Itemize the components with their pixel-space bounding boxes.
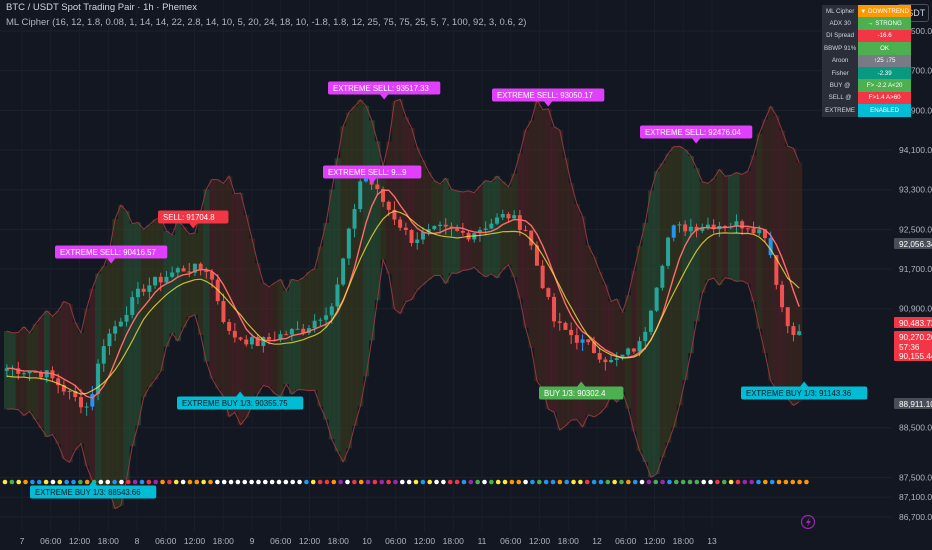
time-tick: 12 xyxy=(592,536,602,546)
panel-row: BBWP 91% OK xyxy=(822,42,911,55)
panel-key: Aroon xyxy=(822,54,859,67)
svg-text:92,056.34: 92,056.34 xyxy=(899,240,932,249)
price-tick: 91,700.00 xyxy=(899,264,932,274)
signal-text: SELL: 91704.8 xyxy=(163,213,215,222)
time-tick: 12:00 xyxy=(529,536,551,546)
panel-key: ADX 30 xyxy=(822,17,859,30)
time-tick: 10 xyxy=(362,536,372,546)
panel-row: Fisher -2.39 xyxy=(822,66,911,80)
time-tick: 18:00 xyxy=(443,536,465,546)
panel-key: EXTREME xyxy=(822,104,859,117)
time-tick: 11 xyxy=(478,536,487,546)
time-tick: 06:00 xyxy=(270,536,292,546)
price-tick: 90,900.00 xyxy=(899,304,932,314)
time-tick: 12:00 xyxy=(299,536,321,546)
signal-text: EXTREME BUY 1/3: 91143.36 xyxy=(746,389,851,398)
signal-text: EXTREME SELL: 93517.33 xyxy=(333,84,429,93)
svg-text:90,270.26: 90,270.26 xyxy=(899,333,932,342)
price-tick: 86,700.00 xyxy=(899,512,932,522)
bollinger-band-layer xyxy=(0,0,892,531)
price-tick: 87,500.00 xyxy=(899,472,932,482)
panel-key: SELL @ xyxy=(822,91,859,105)
panel-value: ▼ DOWNTREND xyxy=(858,5,911,18)
panel-key: BBWP 91% xyxy=(822,42,859,55)
chart-title: BTC / USDT Spot Trading Pair · 1h · Phem… xyxy=(6,2,197,13)
time-tick: 7 xyxy=(20,536,25,546)
signal-label-extreme-sell: EXTREME SELL: 93517.33 xyxy=(328,81,441,100)
time-tick: 12:00 xyxy=(69,536,91,546)
panel-value: ENABLED xyxy=(858,104,911,117)
panel-value: F> -2.2 A<20 xyxy=(858,79,911,92)
time-tick: 12:00 xyxy=(184,536,206,546)
price-chart[interactable]: EXTREME SELL: 90416.57 SELL: 91704.8 EXTRE… xyxy=(0,0,932,550)
time-tick: 06:00 xyxy=(40,536,62,546)
panel-value: -2.39 xyxy=(858,66,911,80)
panel-key: Fisher xyxy=(822,66,859,80)
panel-key: ML Cipher xyxy=(822,5,859,18)
panel-row: BUY @ F> -2.2 A<20 xyxy=(822,79,911,92)
indicator-legend[interactable]: ML Cipher (16, 12, 1.8, 0.08, 1, 14, 14,… xyxy=(6,17,526,28)
svg-text:90,483.72: 90,483.72 xyxy=(899,319,932,328)
time-tick: 12:00 xyxy=(414,536,436,546)
signal-label-extreme-buy: EXTREME BUY 1/3: 90355.75 xyxy=(177,391,304,410)
signal-text: EXTREME SELL: 90416.57 xyxy=(60,248,156,257)
panel-row: ML Cipher ▼ DOWNTREND xyxy=(822,5,911,18)
signal-text: EXTREME BUY 1/3: 88543.66 xyxy=(35,488,141,497)
time-tick: 13 xyxy=(707,536,717,546)
time-tick: 8 xyxy=(135,536,140,546)
panel-value: F>1.4 A>60 xyxy=(858,91,911,105)
svg-text:90,155.44: 90,155.44 xyxy=(899,352,932,361)
price-label: 90,483.72 xyxy=(894,317,932,328)
time-tick: 18:00 xyxy=(328,536,350,546)
time-tick: 18:00 xyxy=(213,536,235,546)
time-tick: 06:00 xyxy=(615,536,637,546)
panel-value: → STRONG xyxy=(858,17,911,30)
time-axis[interactable]: 7 06:00 12:00 18:00 8 06:00 12:00 18:00 9 06:00 12… xyxy=(0,531,932,550)
time-tick: 06:00 xyxy=(155,536,177,546)
time-tick: 12:00 xyxy=(644,536,666,546)
signal-text: BUY 1/3: 90302.4 xyxy=(544,389,606,398)
panel-key: DI Spread xyxy=(822,29,859,43)
svg-text:88,911.10: 88,911.10 xyxy=(899,400,932,409)
panel-value: ↑25 ↓75 xyxy=(858,54,911,67)
signal-text: EXTREME SELL: 92476.04 xyxy=(645,128,741,137)
time-tick: 9 xyxy=(250,536,255,546)
price-tick: 92,500.00 xyxy=(899,224,932,234)
price-tick: 87,100.00 xyxy=(899,492,932,502)
panel-row: SELL @ F>1.4 A>60 xyxy=(822,91,911,105)
signal-label-extreme-sell: EXTREME SELL: 92476.04 xyxy=(640,125,753,144)
signal-text: EXTREME BUY 1/3: 90355.75 xyxy=(182,399,288,408)
indicator-status-panel: ML Cipher ▼ DOWNTREND ADX 30 → STRONG DI Spr… xyxy=(822,5,911,117)
time-tick: 18:00 xyxy=(673,536,695,546)
panel-value: -16.6 xyxy=(858,29,911,43)
time-tick: 06:00 xyxy=(385,536,407,546)
price-tick: 93,300.00 xyxy=(899,185,932,195)
price-label: 88,911.10 xyxy=(894,398,932,409)
time-tick: 18:00 xyxy=(98,536,120,546)
panel-value: OK xyxy=(858,42,911,55)
signal-label-extreme-buy: EXTREME BUY 1/3: 91143.36 xyxy=(741,381,868,400)
time-tick: 18:00 xyxy=(558,536,580,546)
signal-text: EXTREME SELL: 93050.17 xyxy=(497,91,593,100)
panel-row: DI Spread -16.6 xyxy=(822,29,911,43)
price-label: 92,056.34 xyxy=(894,238,932,249)
signal-label-extreme-sell: EXTREME SELL: 93050.17 xyxy=(492,88,605,107)
price-tick: 94,100.00 xyxy=(899,145,932,155)
time-tick: 06:00 xyxy=(500,536,522,546)
signal-text: EXTREME SELL: 9...9 xyxy=(328,168,406,177)
panel-key: BUY @ xyxy=(822,79,859,92)
panel-row: Aroon ↑25 ↓75 xyxy=(822,54,911,67)
price-label: 90,270.26 xyxy=(894,331,932,342)
panel-row: EXTREME ENABLED xyxy=(822,104,911,117)
panel-row: ADX 30 → STRONG xyxy=(822,17,911,30)
price-tick: 88,500.00 xyxy=(899,423,932,433)
price-label: 90,155.44 xyxy=(894,350,932,361)
